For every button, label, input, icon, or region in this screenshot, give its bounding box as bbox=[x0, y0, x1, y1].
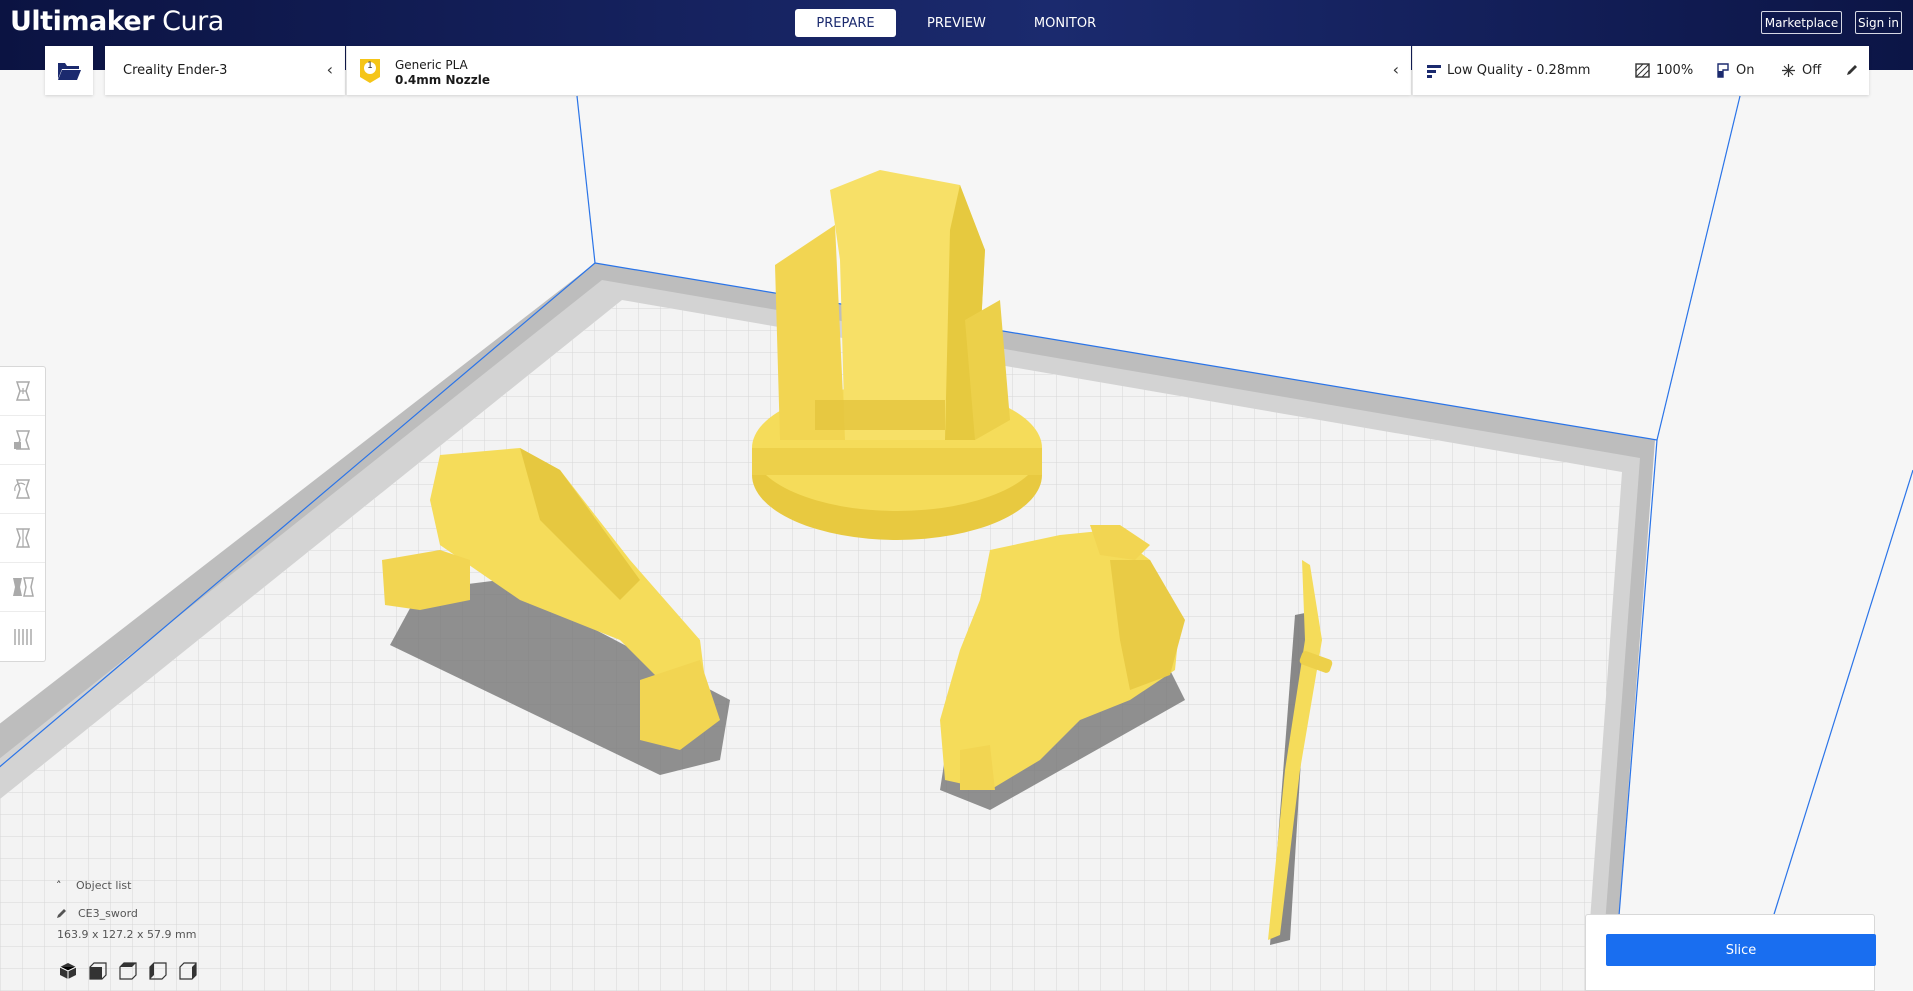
object-list-toggle[interactable]: ˄ Object list bbox=[56, 876, 196, 894]
camera-view-buttons bbox=[58, 962, 198, 980]
slice-panel: Slice bbox=[1585, 914, 1876, 991]
material-name: Generic PLA bbox=[395, 58, 468, 72]
per-model-settings-tool[interactable] bbox=[0, 563, 45, 612]
tab-prepare[interactable]: PREPARE bbox=[795, 9, 896, 37]
pencil-icon bbox=[57, 909, 66, 918]
selected-object-name: CE3_sword bbox=[78, 906, 138, 920]
tab-monitor[interactable]: MONITOR bbox=[1010, 9, 1120, 37]
cube-left-icon bbox=[149, 962, 167, 980]
adhesion-setting: Off bbox=[1781, 46, 1821, 95]
open-file-button[interactable] bbox=[45, 46, 93, 95]
move-tool[interactable] bbox=[0, 367, 45, 416]
printer-selector[interactable]: Creality Ender-3 ‹ bbox=[105, 46, 345, 95]
support-value: On bbox=[1736, 63, 1755, 78]
infill-setting: 100% bbox=[1635, 46, 1693, 95]
cube-top-icon bbox=[119, 962, 137, 980]
support-setting: On bbox=[1715, 46, 1754, 95]
selected-object-row[interactable]: CE3_sword bbox=[56, 904, 196, 922]
print-settings-selector[interactable]: Low Quality - 0.28mm 100% On Off bbox=[1412, 46, 1869, 95]
extruder-number: 1 bbox=[367, 61, 373, 71]
support-icon bbox=[1717, 63, 1729, 78]
chevron-left-icon: ‹ bbox=[326, 60, 333, 79]
scale-tool[interactable] bbox=[0, 416, 45, 465]
slice-button[interactable]: Slice bbox=[1606, 934, 1876, 966]
view-front-button[interactable] bbox=[88, 962, 108, 980]
stage-tabs: PREPARE PREVIEW MONITOR bbox=[795, 9, 1120, 37]
per-model-settings-icon bbox=[12, 577, 34, 597]
view-3d-button[interactable] bbox=[58, 962, 78, 980]
marketplace-button[interactable]: Marketplace bbox=[1761, 11, 1842, 34]
mirror-tool[interactable] bbox=[0, 514, 45, 563]
cube-right-icon bbox=[179, 962, 197, 980]
quality-profile-label: Low Quality - 0.28mm bbox=[1447, 63, 1591, 78]
adhesion-value: Off bbox=[1802, 63, 1822, 78]
pencil-icon[interactable] bbox=[1845, 63, 1859, 77]
view-left-button[interactable] bbox=[148, 962, 168, 980]
tool-panel bbox=[0, 366, 46, 662]
logo-light-text: Cura bbox=[162, 6, 224, 37]
material-selector[interactable]: 1 Generic PLA 0.4mm Nozzle ‹ bbox=[346, 46, 1411, 95]
support-blocker-icon bbox=[13, 628, 32, 645]
adhesion-icon bbox=[1782, 64, 1795, 77]
infill-icon bbox=[1635, 63, 1650, 78]
3d-viewport[interactable] bbox=[0, 95, 1913, 991]
chevron-left-icon: ‹ bbox=[1392, 60, 1399, 79]
logo-bold-text: Ultimaker bbox=[10, 6, 155, 37]
app-logo: Ultimaker Cura bbox=[10, 6, 224, 37]
folder-open-icon bbox=[58, 62, 81, 80]
build-volume-scene bbox=[0, 95, 1913, 991]
cube-front-icon bbox=[89, 962, 107, 980]
tab-preview[interactable]: PREVIEW bbox=[903, 9, 1010, 37]
rotate-icon bbox=[13, 479, 30, 499]
sign-in-button[interactable]: Sign in bbox=[1855, 11, 1902, 34]
cube-3d-icon bbox=[59, 963, 77, 979]
infill-value: 100% bbox=[1656, 63, 1694, 78]
mirror-icon bbox=[15, 528, 30, 548]
move-icon bbox=[15, 381, 30, 401]
object-list-header: Object list bbox=[76, 878, 132, 892]
view-right-button[interactable] bbox=[178, 962, 198, 980]
printer-name: Creality Ender-3 bbox=[123, 63, 228, 78]
quality-icon bbox=[1427, 64, 1441, 78]
scale-icon bbox=[13, 430, 30, 450]
object-list-panel: ˄ Object list CE3_sword 163.9 x 127.2 x … bbox=[56, 876, 197, 942]
quality-profile: Low Quality - 0.28mm bbox=[1427, 46, 1590, 95]
nozzle-size: 0.4mm Nozzle bbox=[395, 73, 490, 87]
object-dimensions: 163.9 x 127.2 x 57.9 mm bbox=[57, 928, 197, 941]
view-top-button[interactable] bbox=[118, 962, 138, 980]
rotate-tool[interactable] bbox=[0, 465, 45, 514]
support-blocker-tool[interactable] bbox=[0, 612, 45, 661]
chevron-up-icon: ˄ bbox=[56, 878, 62, 892]
